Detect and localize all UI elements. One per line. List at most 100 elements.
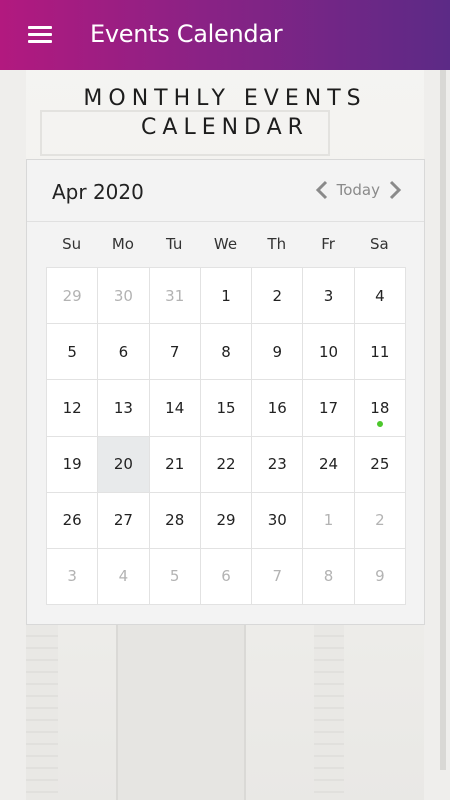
day-number: 8	[323, 567, 334, 586]
day-number: 6	[221, 567, 231, 586]
day-number: 30	[267, 511, 287, 530]
day-cell[interactable]: 8	[303, 548, 355, 605]
day-cell[interactable]: 3	[303, 268, 355, 325]
day-cell[interactable]: 4	[98, 548, 150, 605]
day-number: 16	[267, 398, 287, 417]
weekday-label: Th	[267, 235, 287, 253]
day-cell[interactable]: 9	[354, 548, 406, 605]
day-cell[interactable]: 7	[149, 324, 201, 381]
calendar-card: Apr 2020 Today Su Mo Tu We Th Fr Sa 29 30…	[26, 159, 425, 625]
day-cell[interactable]: 23	[252, 436, 304, 493]
day-number: 6	[118, 342, 129, 361]
day-number: 7	[169, 342, 180, 361]
day-cell[interactable]: 27	[98, 492, 150, 549]
day-cell[interactable]: 21	[149, 436, 201, 493]
day-cell[interactable]: 2	[354, 492, 406, 549]
day-number: 1	[221, 286, 231, 305]
app-title: Events Calendar	[90, 20, 283, 48]
day-cell[interactable]: 2	[252, 268, 304, 325]
app-bar: Events Calendar	[0, 0, 450, 70]
day-number: 22	[216, 455, 236, 474]
day-number: 5	[169, 567, 180, 586]
day-cell[interactable]: 30	[252, 492, 304, 549]
day-cell[interactable]: 22	[200, 436, 253, 493]
day-cell-selected[interactable]: 20	[98, 436, 150, 493]
day-cell[interactable]: 5	[47, 324, 99, 381]
day-number: 3	[67, 567, 77, 586]
chevron-left-icon[interactable]	[315, 180, 329, 200]
weekday-header-row: Su Mo Tu We Th Fr Sa	[46, 222, 405, 267]
day-cell[interactable]: 29	[47, 268, 99, 325]
day-cell[interactable]: 16	[252, 380, 304, 437]
scrollbar[interactable]	[440, 70, 446, 770]
day-number: 20	[113, 455, 133, 474]
day-number: 5	[67, 342, 77, 361]
day-cell[interactable]: 31	[149, 268, 201, 325]
day-number: 24	[319, 455, 339, 474]
day-cell[interactable]: 6	[200, 548, 253, 605]
day-cell[interactable]: 15	[200, 380, 253, 437]
hamburger-menu-icon[interactable]	[28, 26, 52, 44]
day-number: 26	[62, 511, 82, 530]
day-number: 29	[216, 511, 236, 530]
calendar-day-grid: 29 30 31 1 2 3 4 5 6 7 8 9 10 11 12 13 14 15 16 17 18 19 20 21 2…	[46, 267, 406, 605]
day-cell[interactable]: 28	[149, 492, 201, 549]
day-number: 12	[62, 398, 82, 417]
day-cell[interactable]: 1	[303, 492, 355, 549]
calendar-header: Apr 2020 Today	[27, 160, 424, 222]
background-door	[116, 625, 246, 800]
day-cell[interactable]: 12	[47, 380, 99, 437]
background-pillar	[26, 625, 58, 800]
day-number: 2	[375, 511, 385, 530]
weekday-label: Sa	[369, 235, 389, 253]
event-dot-icon	[376, 420, 383, 427]
day-cell[interactable]: 1	[200, 268, 253, 325]
day-cell[interactable]: 30	[98, 268, 150, 325]
day-cell[interactable]: 7	[252, 548, 304, 605]
day-number: 15	[216, 398, 236, 417]
day-number: 1	[323, 511, 334, 530]
day-number: 11	[370, 342, 390, 361]
day-number: 18	[370, 398, 390, 417]
day-cell[interactable]: 8	[200, 324, 253, 381]
background-pillar	[314, 625, 344, 800]
day-cell[interactable]: 29	[200, 492, 253, 549]
day-cell[interactable]: 11	[354, 324, 406, 381]
day-number: 29	[62, 286, 82, 305]
day-cell[interactable]: 6	[98, 324, 150, 381]
day-cell[interactable]: 19	[47, 436, 99, 493]
day-cell[interactable]: 17	[303, 380, 355, 437]
day-number: 23	[267, 455, 287, 474]
day-cell[interactable]: 5	[149, 548, 201, 605]
weekday-label: Tu	[166, 235, 183, 253]
day-number: 4	[118, 567, 129, 586]
weekday-label: We	[213, 235, 238, 253]
weekday-label: Fr	[321, 235, 335, 253]
calendar-nav: Today	[315, 180, 402, 200]
weekday-label: Mo	[111, 235, 134, 253]
day-number: 9	[272, 342, 283, 361]
day-cell[interactable]: 3	[47, 548, 99, 605]
day-cell[interactable]: 4	[354, 268, 406, 325]
day-cell[interactable]: 9	[252, 324, 304, 381]
today-button[interactable]: Today	[337, 181, 380, 199]
day-number: 14	[165, 398, 185, 417]
page-heading: MONTHLY EVENTS CALENDAR	[83, 86, 367, 140]
day-cell[interactable]: 25	[354, 436, 406, 493]
day-number: 3	[323, 286, 334, 305]
day-cell[interactable]: 13	[98, 380, 150, 437]
day-number: 31	[165, 286, 185, 305]
day-cell[interactable]: 24	[303, 436, 355, 493]
day-number: 2	[272, 286, 283, 305]
chevron-right-icon[interactable]	[388, 180, 402, 200]
day-number: 10	[319, 342, 339, 361]
day-cell[interactable]: 18	[354, 380, 406, 437]
day-number: 17	[319, 398, 339, 417]
day-cell[interactable]: 14	[149, 380, 201, 437]
day-number: 21	[165, 455, 185, 474]
month-label: Apr 2020	[52, 180, 144, 204]
day-cell[interactable]: 10	[303, 324, 355, 381]
day-number: 19	[62, 455, 82, 474]
day-cell[interactable]: 26	[47, 492, 99, 549]
day-number: 4	[375, 286, 385, 305]
